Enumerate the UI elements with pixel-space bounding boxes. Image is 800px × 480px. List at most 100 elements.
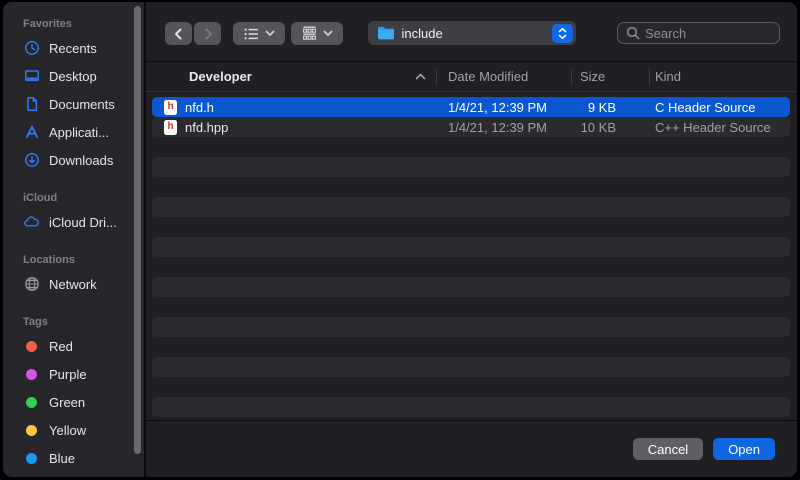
file-kind: C++ Header Source — [649, 120, 790, 135]
list-view-button[interactable] — [233, 22, 285, 45]
sidebar-item-tag-green[interactable]: Green — [3, 388, 144, 416]
sidebar-item-network[interactable]: Network — [3, 270, 144, 298]
sidebar-item-label: Green — [49, 395, 85, 410]
sidebar-item-label: Red — [49, 339, 73, 354]
sidebar-item-label: Desktop — [49, 69, 97, 84]
search-icon — [626, 26, 640, 40]
empty-row[interactable] — [152, 337, 790, 357]
dropdown-stepper-icon — [552, 24, 573, 43]
empty-row[interactable] — [152, 297, 790, 317]
sidebar-item-label: Applicati... — [49, 125, 109, 140]
sidebar: Favorites Recents Desktop Documents — [3, 2, 146, 477]
sidebar-item-icloud-drive[interactable]: iCloud Dri... — [3, 208, 144, 236]
column-header-kind[interactable]: Kind — [649, 69, 797, 84]
table-row[interactable]: h nfd.hpp 1/4/21, 12:39 PM 10 KB C++ Hea… — [152, 117, 790, 137]
folder-dropdown[interactable]: include — [368, 21, 576, 45]
sidebar-item-tag-red[interactable]: Red — [3, 332, 144, 360]
open-file-dialog: Favorites Recents Desktop Documents — [3, 2, 797, 477]
file-date-modified: 1/4/21, 12:39 PM — [436, 120, 571, 135]
downloads-icon — [23, 152, 40, 169]
file-kind: C Header Source — [649, 100, 790, 115]
sort-ascending-icon — [415, 73, 426, 80]
column-divider — [436, 69, 437, 85]
sidebar-item-recents[interactable]: Recents — [3, 34, 144, 62]
empty-row[interactable] — [152, 197, 790, 217]
file-list: h nfd.h 1/4/21, 12:39 PM 9 KB C Header S… — [146, 92, 797, 420]
sidebar-item-documents[interactable]: Documents — [3, 90, 144, 118]
column-header-date-modified[interactable]: Date Modified — [436, 69, 571, 84]
sidebar-item-label: iCloud Dri... — [49, 215, 117, 230]
sidebar-item-label: Purple — [49, 367, 87, 382]
file-size: 10 KB — [571, 120, 649, 135]
desktop-icon — [23, 68, 40, 85]
folder-dropdown-value: include — [402, 26, 552, 41]
file-name: nfd.h — [185, 100, 214, 115]
chevron-left-icon — [171, 26, 187, 42]
empty-row[interactable] — [152, 277, 790, 297]
header-file-icon: h — [164, 100, 177, 115]
tag-green-icon — [23, 394, 40, 411]
sidebar-scrollbar[interactable] — [134, 6, 141, 454]
empty-row[interactable] — [152, 237, 790, 257]
sidebar-section-icloud: iCloud — [3, 188, 144, 208]
sidebar-section-locations: Locations — [3, 250, 144, 270]
column-header-developer[interactable]: Developer — [146, 69, 436, 84]
search-input[interactable]: Search — [617, 22, 780, 44]
tag-red-icon — [23, 338, 40, 355]
empty-row[interactable] — [152, 217, 790, 237]
file-name: nfd.hpp — [185, 120, 228, 135]
group-view-icon — [302, 26, 317, 41]
folder-icon — [377, 26, 395, 40]
sidebar-section-tags: Tags — [3, 312, 144, 332]
sidebar-item-label: Documents — [49, 97, 115, 112]
sidebar-item-applications[interactable]: Applicati... — [3, 118, 144, 146]
tag-blue-icon — [23, 450, 40, 467]
empty-row[interactable] — [152, 377, 790, 397]
tag-purple-icon — [23, 366, 40, 383]
empty-row[interactable] — [152, 317, 790, 337]
column-header-size[interactable]: Size — [571, 69, 649, 84]
header-file-icon: h — [164, 120, 177, 135]
document-icon — [23, 96, 40, 113]
empty-row[interactable] — [152, 357, 790, 377]
tag-yellow-icon — [23, 422, 40, 439]
back-button[interactable] — [165, 22, 192, 45]
sidebar-item-downloads[interactable]: Downloads — [3, 146, 144, 174]
empty-row[interactable] — [152, 177, 790, 197]
globe-icon — [23, 276, 40, 293]
search-placeholder: Search — [645, 26, 686, 41]
forward-button[interactable] — [194, 22, 221, 45]
file-date-modified: 1/4/21, 12:39 PM — [436, 100, 571, 115]
empty-row[interactable] — [152, 397, 790, 417]
cancel-button[interactable]: Cancel — [633, 438, 703, 460]
sidebar-item-label: Downloads — [49, 153, 113, 168]
group-view-button[interactable] — [291, 22, 343, 45]
chevron-down-icon — [323, 30, 333, 37]
sidebar-item-label: Network — [49, 277, 97, 292]
empty-row[interactable] — [152, 137, 790, 157]
empty-row[interactable] — [152, 257, 790, 277]
cloud-icon — [23, 214, 40, 231]
sidebar-item-all-tags[interactable]: All Tags — [3, 472, 144, 477]
sidebar-item-tag-blue[interactable]: Blue — [3, 444, 144, 472]
file-size: 9 KB — [571, 100, 649, 115]
applications-icon — [23, 124, 40, 141]
sidebar-item-desktop[interactable]: Desktop — [3, 62, 144, 90]
table-row[interactable]: h nfd.h 1/4/21, 12:39 PM 9 KB C Header S… — [152, 97, 790, 117]
empty-row[interactable] — [152, 157, 790, 177]
list-view-icon — [244, 27, 259, 41]
toolbar: include Search — [146, 2, 797, 62]
sidebar-item-label: Blue — [49, 451, 75, 466]
sidebar-item-label: Recents — [49, 41, 97, 56]
clock-icon — [23, 40, 40, 57]
sidebar-item-label: Yellow — [49, 423, 86, 438]
main-pane: include Search Developer Date Modified S… — [146, 2, 797, 477]
table-header: Developer Date Modified Size Kind — [146, 62, 797, 92]
open-button[interactable]: Open — [713, 438, 775, 460]
column-divider — [571, 69, 572, 85]
dialog-footer: Cancel Open — [146, 420, 797, 477]
sidebar-section-favorites: Favorites — [3, 14, 144, 34]
chevron-down-icon — [265, 30, 275, 37]
sidebar-item-tag-yellow[interactable]: Yellow — [3, 416, 144, 444]
sidebar-item-tag-purple[interactable]: Purple — [3, 360, 144, 388]
